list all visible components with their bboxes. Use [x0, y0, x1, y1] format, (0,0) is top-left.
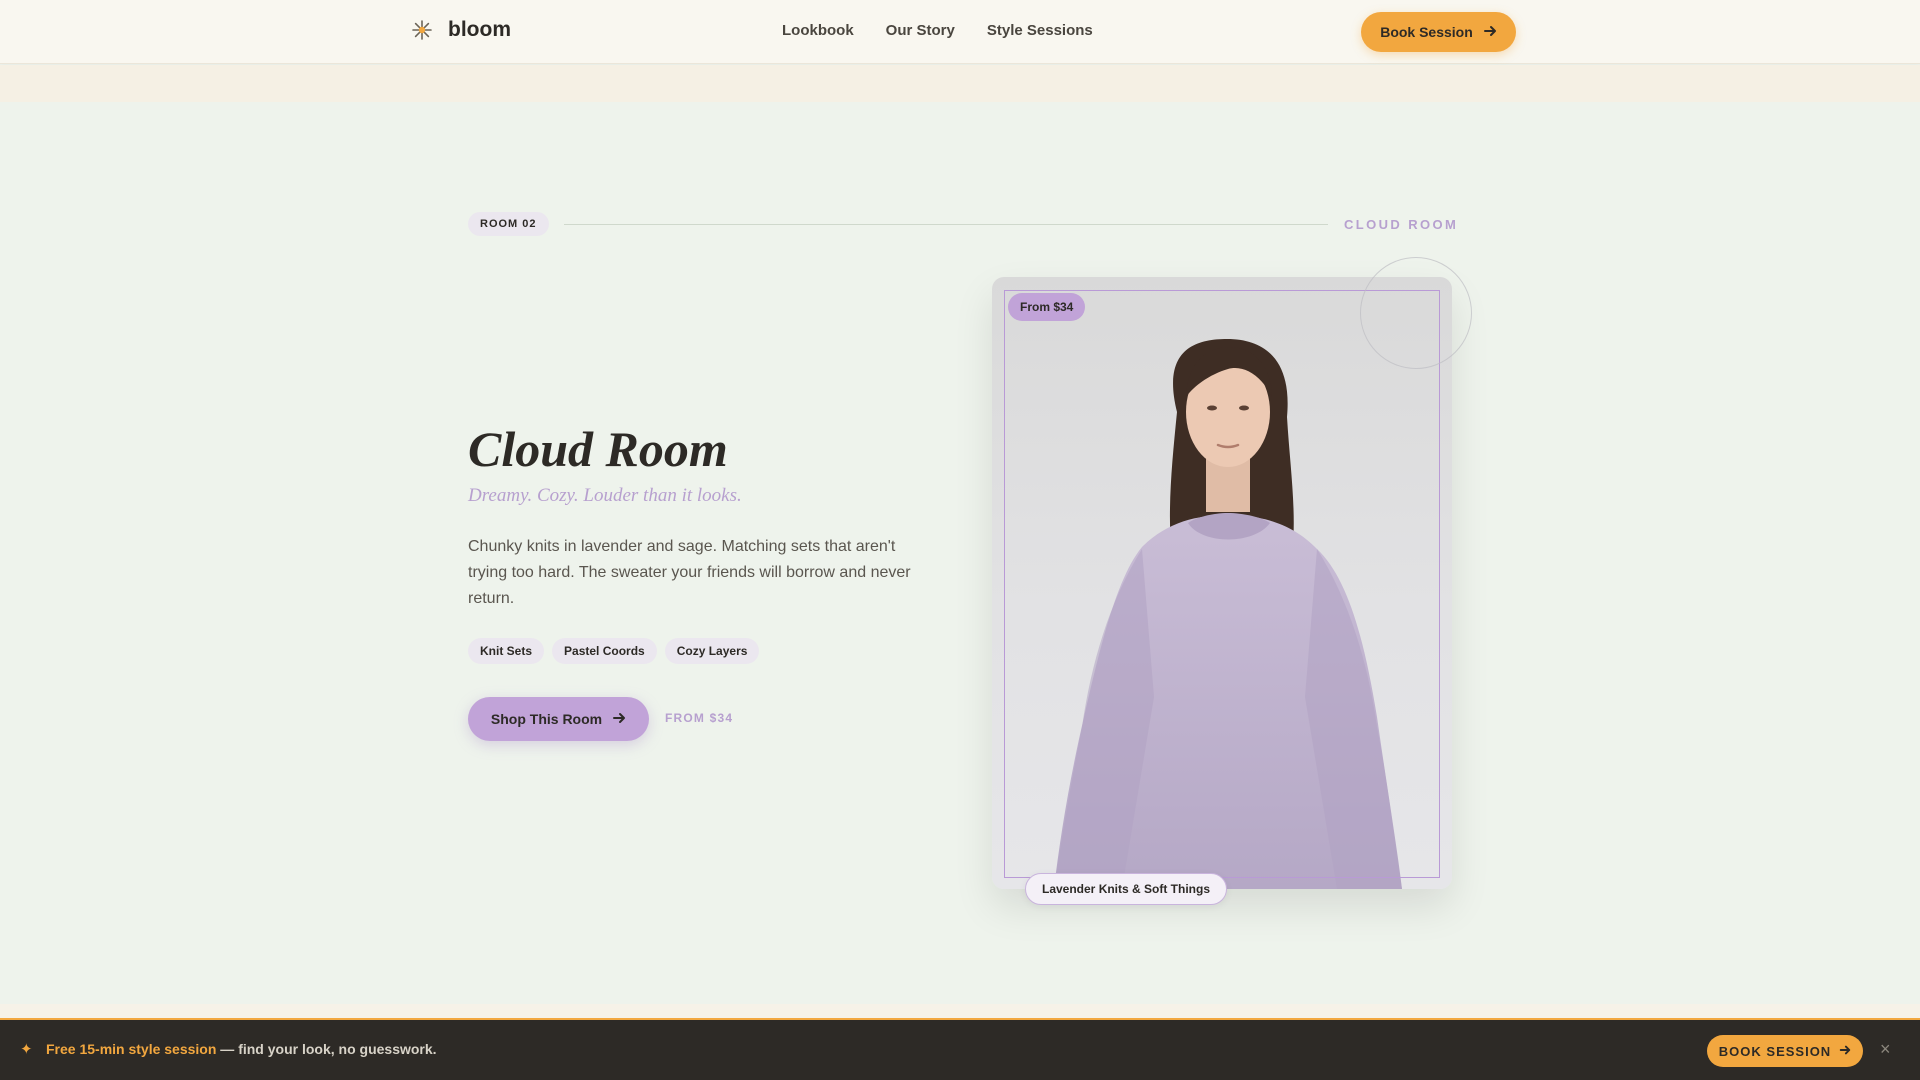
- price-badge: From $34: [1008, 293, 1086, 321]
- book-session-label: Book Session: [1380, 24, 1473, 40]
- section-bottom-strip: [0, 1004, 1920, 1018]
- brand-logo[interactable]: bloom: [410, 18, 511, 42]
- product-image-card[interactable]: [992, 277, 1452, 889]
- shop-button-label: Shop This Room: [490, 711, 603, 727]
- shop-this-room-button[interactable]: Shop This Room: [468, 697, 649, 741]
- book-session-button[interactable]: Book Session: [1361, 12, 1516, 52]
- banner-button-label: BOOK SESSION: [1718, 1043, 1832, 1059]
- nav-underlay-strip: [0, 65, 1920, 102]
- tag-pastel-coords[interactable]: Pastel Coords: [552, 638, 657, 664]
- banner-text-rest: — find your look, no guesswork.: [216, 1041, 437, 1057]
- model-photo: [1054, 339, 1402, 889]
- sparkle-flower-icon: [410, 18, 434, 42]
- arrow-right-icon: [1839, 1044, 1851, 1059]
- room-number-tag: ROOM 02: [468, 212, 549, 236]
- nav-link-style-sessions[interactable]: Style Sessions: [987, 22, 1093, 39]
- tag-knit-sets[interactable]: Knit Sets: [468, 638, 545, 664]
- banner-highlight: Free 15-min style session: [46, 1041, 217, 1057]
- nav-link-our-story[interactable]: Our Story: [886, 22, 955, 39]
- arrow-right-icon: [612, 711, 626, 728]
- room-subtitle: Dreamy. Cozy. Louder than it looks.: [468, 485, 742, 506]
- from-price-text: FROM $34: [665, 711, 734, 725]
- tag-cozy-layers[interactable]: Cozy Layers: [664, 638, 760, 664]
- top-nav: bloom Lookbook Our Story Style Sessions …: [0, 0, 1920, 64]
- room-tags: Knit Sets Pastel Coords Cozy Layers: [468, 638, 760, 664]
- sparkle-star-icon: ✦: [20, 1041, 33, 1058]
- nav-links: Lookbook Our Story Style Sessions: [782, 22, 1093, 39]
- close-icon[interactable]: ×: [1880, 1039, 1891, 1060]
- room-title: Cloud Room: [468, 421, 728, 477]
- room-name-label: CLOUD ROOM: [1344, 217, 1459, 232]
- nav-link-lookbook[interactable]: Lookbook: [782, 22, 854, 39]
- image-caption: Lavender Knits & Soft Things: [1025, 873, 1228, 905]
- arrow-right-icon: [1483, 24, 1497, 41]
- banner-message: Free 15-min style session — find your lo…: [46, 1041, 437, 1057]
- brand-name: bloom: [448, 18, 511, 41]
- promo-banner: ✦ Free 15-min style session — find your …: [0, 1018, 1920, 1080]
- room-divider: [564, 224, 1328, 225]
- room-description: Chunky knits in lavender and sage. Match…: [468, 538, 911, 607]
- banner-book-session-button[interactable]: BOOK SESSION: [1707, 1035, 1863, 1067]
